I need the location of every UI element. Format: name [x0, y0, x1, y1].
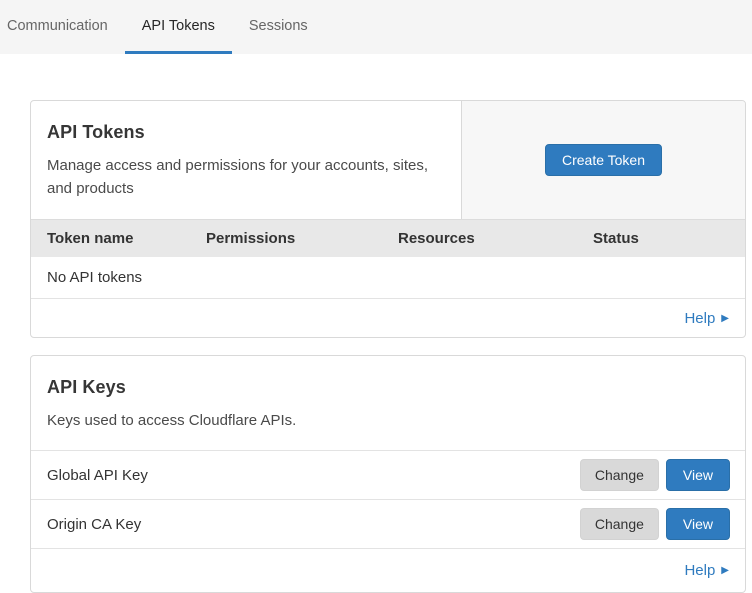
change-global-api-key-button[interactable]: Change: [580, 459, 659, 491]
column-header-resources: Resources: [398, 230, 593, 247]
column-header-token-name: Token name: [47, 230, 206, 247]
empty-tokens-message: No API tokens: [47, 269, 142, 286]
help-link-label: Help: [684, 562, 715, 579]
key-name: Global API Key: [47, 467, 148, 484]
key-actions: Change View: [580, 459, 730, 491]
column-header-permissions: Permissions: [206, 230, 398, 247]
view-global-api-key-button[interactable]: View: [666, 459, 730, 491]
api-keys-help-link[interactable]: Help ▶: [684, 562, 729, 579]
api-tokens-title: API Tokens: [47, 122, 445, 143]
help-arrow-icon: ▶: [721, 313, 729, 324]
api-keys-card: API Keys Keys used to access Cloudflare …: [30, 355, 746, 593]
api-keys-card-header: API Keys Keys used to access Cloudflare …: [31, 356, 745, 450]
api-tokens-card-header-text: API Tokens Manage access and permissions…: [31, 101, 461, 219]
tab-bar: Communication API Tokens Sessions: [0, 0, 752, 54]
change-origin-ca-key-button[interactable]: Change: [580, 508, 659, 540]
create-token-panel: Create Token: [461, 101, 745, 219]
api-tokens-card-header: API Tokens Manage access and permissions…: [31, 101, 745, 219]
help-link-label: Help: [684, 310, 715, 327]
token-table-header-row: Token name Permissions Resources Status: [31, 219, 745, 257]
column-header-status: Status: [593, 230, 745, 247]
api-keys-description: Keys used to access Cloudflare APIs.: [47, 409, 729, 432]
create-token-button[interactable]: Create Token: [545, 144, 662, 176]
token-table-empty-row: No API tokens: [31, 257, 745, 299]
key-row-origin-ca-key: Origin CA Key Change View: [31, 499, 745, 548]
api-tokens-description: Manage access and permissions for your a…: [47, 154, 445, 201]
view-origin-ca-key-button[interactable]: View: [666, 508, 730, 540]
api-tokens-help-link[interactable]: Help ▶: [684, 310, 729, 327]
api-keys-card-footer: Help ▶: [31, 548, 745, 592]
api-keys-title: API Keys: [47, 377, 729, 398]
key-actions: Change View: [580, 508, 730, 540]
api-tokens-card: API Tokens Manage access and permissions…: [30, 100, 746, 338]
tab-communication[interactable]: Communication: [7, 0, 125, 54]
api-tokens-card-footer: Help ▶: [31, 299, 745, 337]
tab-sessions[interactable]: Sessions: [232, 0, 325, 54]
api-keys-card-header-text: API Keys Keys used to access Cloudflare …: [31, 356, 745, 450]
tab-api-tokens[interactable]: API Tokens: [125, 0, 232, 54]
key-row-global-api-key: Global API Key Change View: [31, 450, 745, 499]
help-arrow-icon: ▶: [721, 565, 729, 576]
key-name: Origin CA Key: [47, 516, 141, 533]
